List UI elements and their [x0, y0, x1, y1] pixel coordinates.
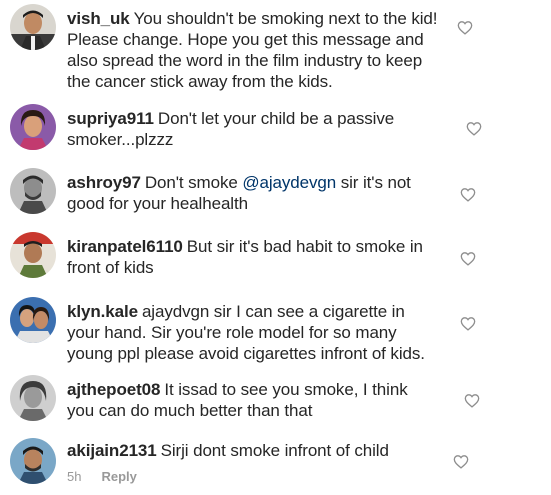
comment-text: ajthepoet08 It issad to see you smoke, I … [67, 379, 439, 421]
avatar[interactable] [10, 104, 56, 150]
comment-username[interactable]: klyn.kale [67, 302, 138, 321]
heart-icon[interactable] [466, 121, 482, 136]
comment-text: supriya911 Don't let your child be a pass… [67, 108, 439, 150]
comment-text: kiranpatel6110 But sir it's bad habit to … [67, 236, 439, 278]
avatar[interactable] [10, 232, 56, 278]
comment-body: Sirji dont smoke infront of child [160, 441, 389, 460]
comment-meta: 5h Reply [67, 469, 137, 484]
comment-timestamp: 5h [67, 469, 82, 484]
comment-text: vish_uk You shouldn't be smoking next to … [67, 8, 439, 92]
comment-username[interactable]: kiranpatel6110 [67, 237, 183, 256]
avatar[interactable] [10, 4, 56, 50]
comment-username[interactable]: supriya911 [67, 109, 154, 128]
heart-icon[interactable] [460, 187, 476, 202]
avatar[interactable] [10, 297, 56, 343]
heart-icon[interactable] [453, 454, 469, 469]
comment-text: ashroy97 Don't smoke @ajaydevgn sir it's … [67, 172, 439, 214]
comment-body-start: Don't smoke [144, 173, 243, 192]
comment-text: akijain2131 Sirji dont smoke infront of c… [67, 440, 439, 461]
heart-icon[interactable] [460, 316, 476, 331]
avatar[interactable] [10, 375, 56, 421]
comment-text: klyn.kale ajaydvgn sir I can see a cigare… [67, 301, 439, 364]
heart-icon[interactable] [464, 393, 480, 408]
mention-link[interactable]: @ajaydevgn [242, 173, 336, 192]
comment-username[interactable]: akijain2131 [67, 441, 157, 460]
comment-username[interactable]: ashroy97 [67, 173, 141, 192]
heart-icon[interactable] [457, 20, 473, 35]
avatar[interactable] [10, 438, 56, 484]
comment-username[interactable]: vish_uk [67, 9, 130, 28]
comment-username[interactable]: ajthepoet08 [67, 380, 160, 399]
avatar[interactable] [10, 168, 56, 214]
reply-button[interactable]: Reply [101, 469, 136, 484]
heart-icon[interactable] [460, 251, 476, 266]
